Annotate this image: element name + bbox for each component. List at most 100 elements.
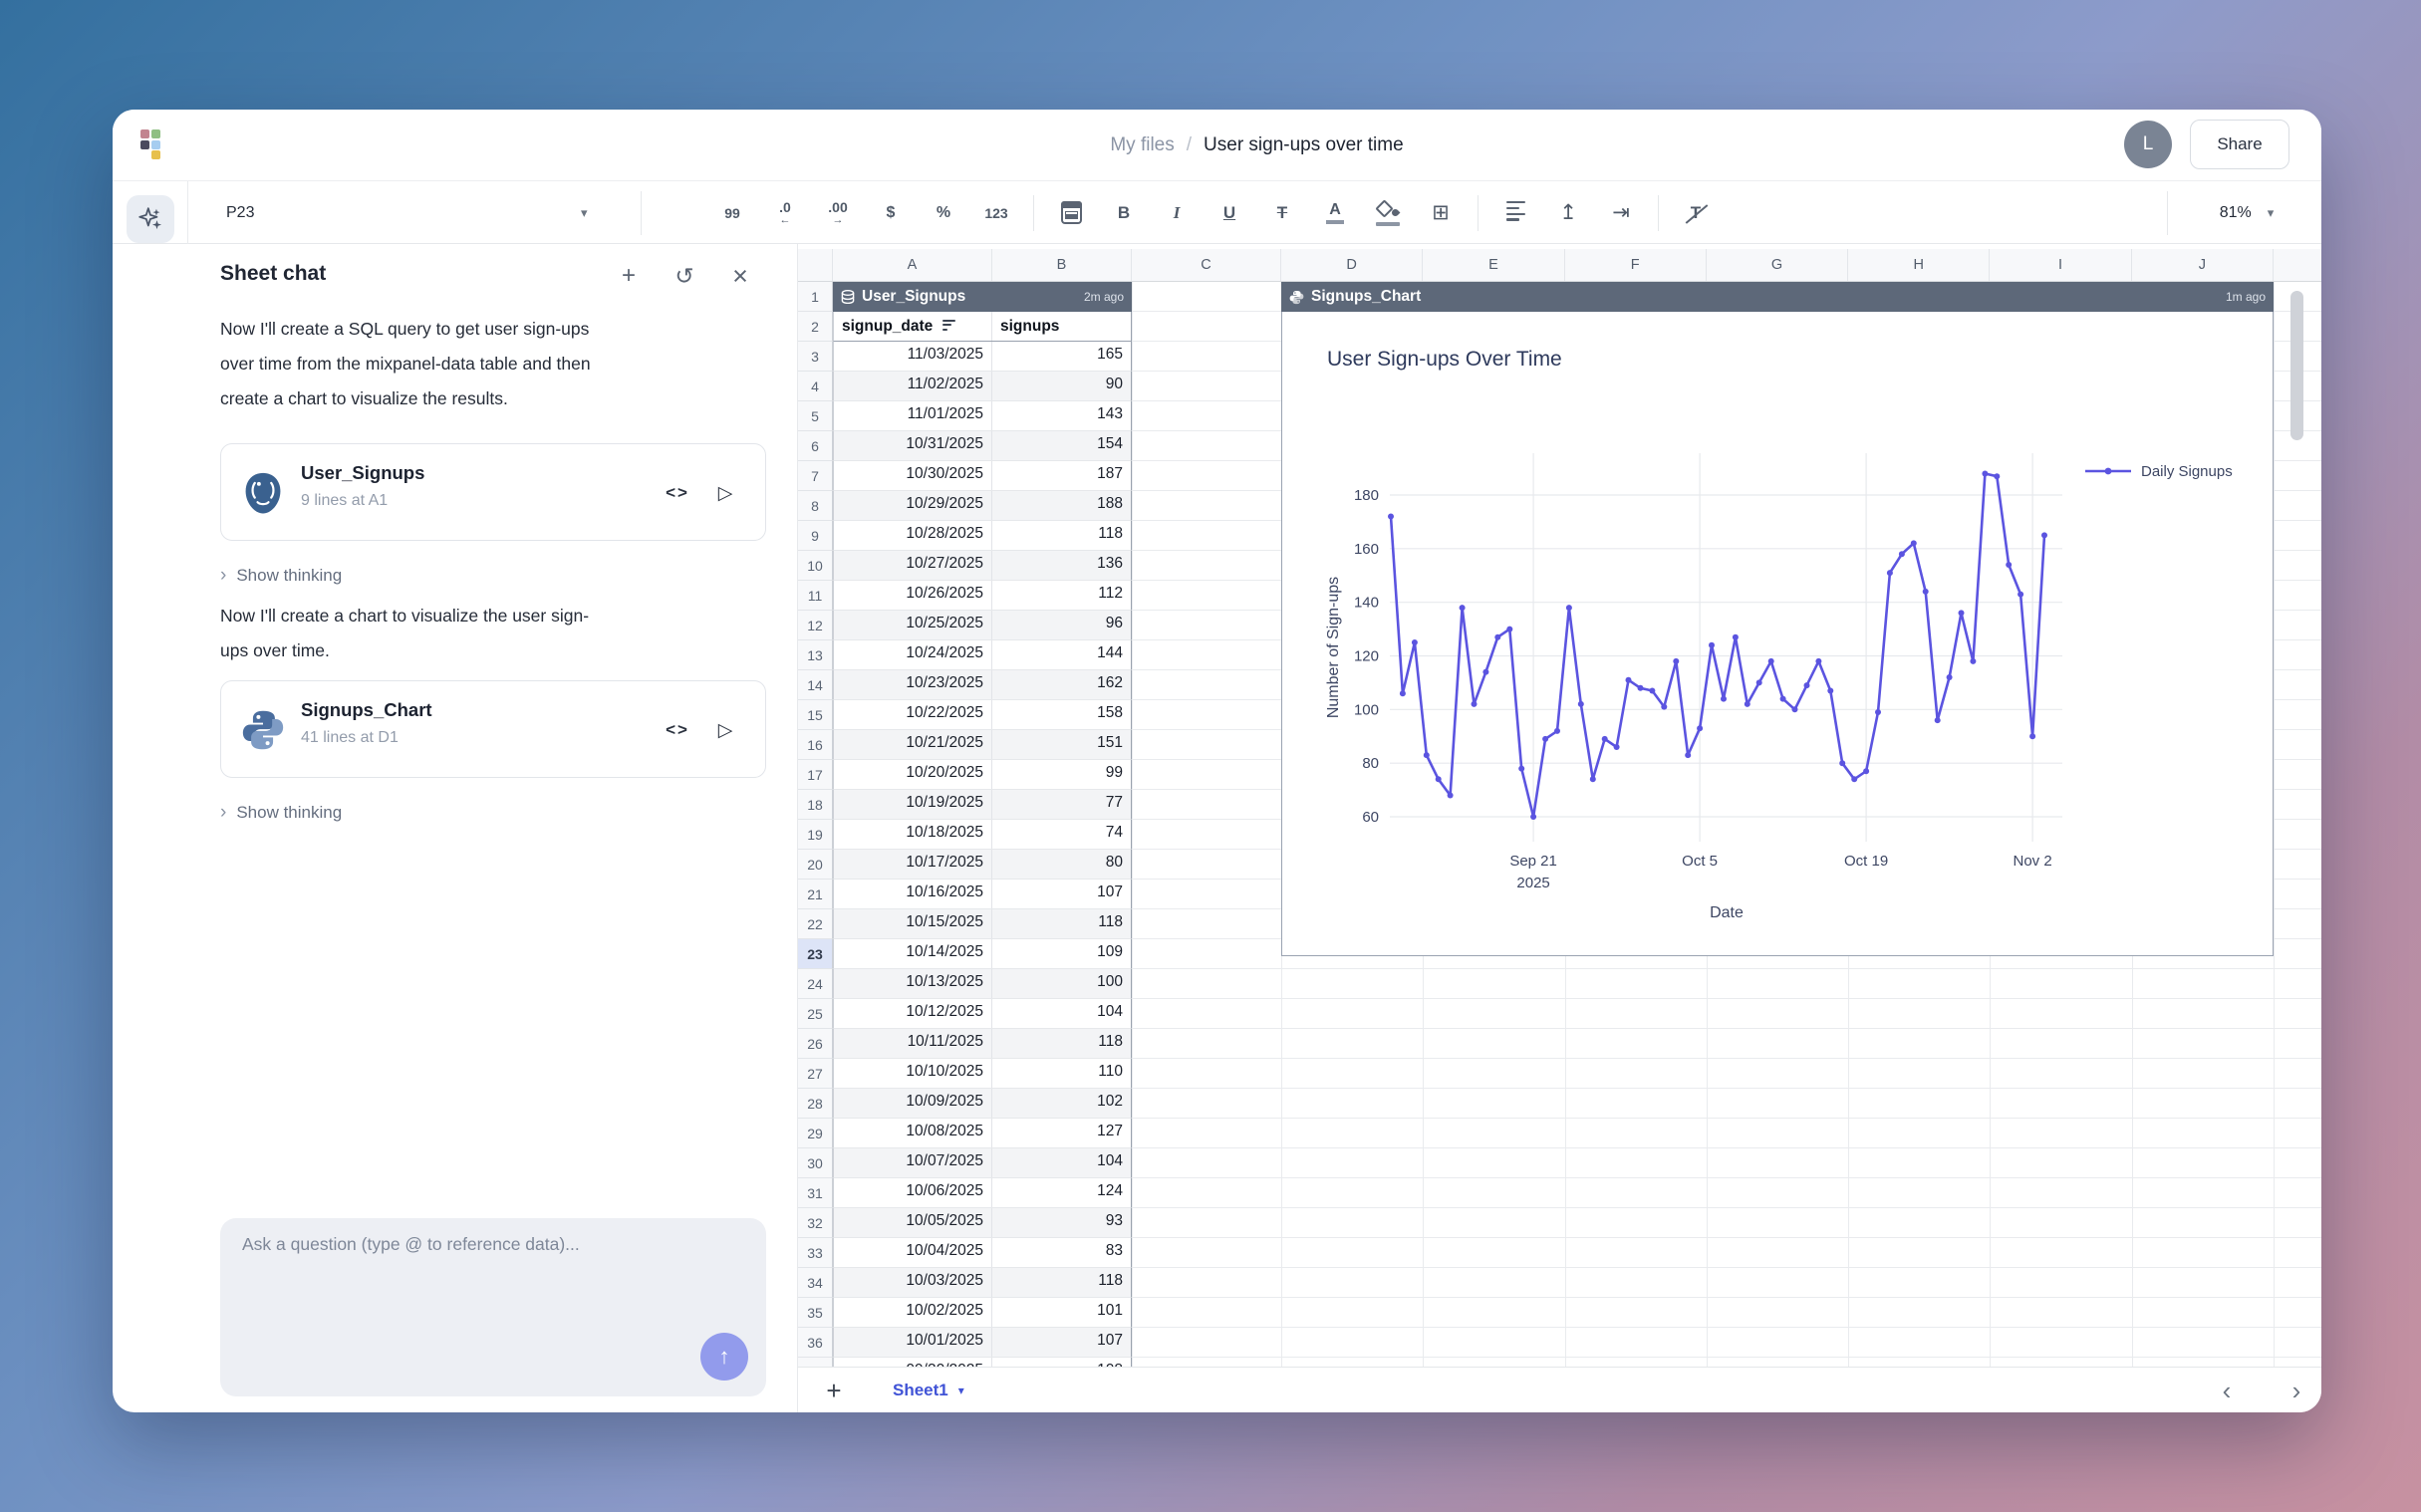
row-header-26[interactable]: 26: [798, 1029, 833, 1059]
table-row[interactable]: 10/09/2025102: [833, 1089, 1132, 1119]
column-header-G[interactable]: G: [1707, 249, 1848, 281]
row-header-3[interactable]: 3: [798, 342, 833, 372]
table-row[interactable]: 10/27/2025136: [833, 551, 1132, 581]
table-row[interactable]: 10/03/2025118: [833, 1268, 1132, 1298]
column-header-H[interactable]: H: [1848, 249, 1990, 281]
bold-button[interactable]: B: [1102, 191, 1146, 235]
borders-button[interactable]: ⊞: [1419, 191, 1463, 235]
row-header-21[interactable]: 21: [798, 880, 833, 909]
view-code-icon[interactable]: <>: [660, 475, 695, 511]
table-row[interactable]: 10/30/2025187: [833, 461, 1132, 491]
table-row[interactable]: 10/31/2025154: [833, 431, 1132, 461]
date-format-button[interactable]: [1049, 191, 1093, 235]
cell-signup-date[interactable]: 10/02/2025: [834, 1298, 992, 1327]
table-row[interactable]: 10/08/2025127: [833, 1119, 1132, 1148]
cell-signups[interactable]: 74: [992, 820, 1131, 849]
send-button[interactable]: ↑: [700, 1333, 748, 1381]
table-row[interactable]: 10/11/2025118: [833, 1029, 1132, 1059]
cell-signup-date[interactable]: 10/21/2025: [834, 730, 992, 759]
cell-signups[interactable]: 144: [992, 640, 1131, 669]
row-header-22[interactable]: 22: [798, 909, 833, 939]
table-row[interactable]: 10/05/202593: [833, 1208, 1132, 1238]
table-row[interactable]: 10/28/2025118: [833, 521, 1132, 551]
cell-signup-date[interactable]: 10/25/2025: [834, 611, 992, 639]
cell-signups[interactable]: 151: [992, 730, 1131, 759]
underline-button[interactable]: U: [1208, 191, 1251, 235]
column-header-I[interactable]: I: [1990, 249, 2131, 281]
clear-formatting-button[interactable]: T: [1674, 191, 1718, 235]
row-header-27[interactable]: 27: [798, 1059, 833, 1089]
cell-signup-date[interactable]: 10/01/2025: [834, 1328, 992, 1357]
code-card-signups-chart[interactable]: Signups_Chart 41 lines at D1 <> ▷: [220, 680, 766, 778]
data-table-object[interactable]: User_Signups 2m ago signup_date signups …: [833, 282, 1132, 342]
cell-signups[interactable]: 107: [992, 880, 1131, 908]
cell-signups[interactable]: 136: [992, 551, 1131, 580]
column-header-E[interactable]: E: [1423, 249, 1564, 281]
table-row[interactable]: 10/23/2025162: [833, 670, 1132, 700]
row-header-36[interactable]: 36: [798, 1328, 833, 1358]
prev-sheet-button[interactable]: ‹: [2208, 1372, 2246, 1409]
cell-signup-date[interactable]: 11/01/2025: [834, 401, 992, 430]
chart-object[interactable]: Signups_Chart 1m ago 6080100120140160180…: [1281, 282, 2274, 956]
cell-signup-date[interactable]: 09/30/2025: [834, 1358, 992, 1367]
table-row[interactable]: 10/26/2025112: [833, 581, 1132, 611]
column-header-signup-date[interactable]: signup_date: [834, 312, 992, 341]
cell-signups[interactable]: 83: [992, 1238, 1131, 1267]
row-header-7[interactable]: 7: [798, 461, 833, 491]
show-thinking-toggle[interactable]: › Show thinking: [220, 802, 342, 824]
text-color-button[interactable]: A: [1313, 191, 1357, 235]
cell-signup-date[interactable]: 10/18/2025: [834, 820, 992, 849]
cell-signup-date[interactable]: 10/03/2025: [834, 1268, 992, 1297]
cell-signups[interactable]: 118: [992, 1268, 1131, 1297]
table-row[interactable]: 10/22/2025158: [833, 700, 1132, 730]
column-header-F[interactable]: F: [1565, 249, 1707, 281]
cell-signups[interactable]: 162: [992, 670, 1131, 699]
table-row[interactable]: 11/01/2025143: [833, 401, 1132, 431]
row-header-2[interactable]: 2: [798, 312, 833, 342]
cell-signup-date[interactable]: 10/28/2025: [834, 521, 992, 550]
new-chat-button[interactable]: +: [611, 258, 647, 294]
row-header-20[interactable]: 20: [798, 850, 833, 880]
cell-signups[interactable]: 108: [992, 1358, 1131, 1367]
cell-signups[interactable]: 93: [992, 1208, 1131, 1237]
table-row[interactable]: 10/14/2025109: [833, 939, 1132, 969]
row-header-11[interactable]: 11: [798, 581, 833, 611]
history-icon[interactable]: ↺: [667, 258, 702, 294]
row-header-24[interactable]: 24: [798, 969, 833, 999]
cell-signups[interactable]: 109: [992, 939, 1131, 968]
table-row[interactable]: 11/03/2025165: [833, 342, 1132, 372]
cell-signup-date[interactable]: 10/13/2025: [834, 969, 992, 998]
cell-signups[interactable]: 100: [992, 969, 1131, 998]
cell-signups[interactable]: 124: [992, 1178, 1131, 1207]
cell-signup-date[interactable]: 11/03/2025: [834, 342, 992, 371]
embedded-line-chart[interactable]: 6080100120140160180Sep 212025Oct 5Oct 19…: [1281, 312, 2274, 956]
row-header-5[interactable]: 5: [798, 401, 833, 431]
ai-sparkles-button[interactable]: [127, 195, 174, 243]
cell-signup-date[interactable]: 10/29/2025: [834, 491, 992, 520]
table-row[interactable]: 10/20/202599: [833, 760, 1132, 790]
horizontal-align-button[interactable]: [1493, 191, 1537, 235]
table-row[interactable]: 11/02/202590: [833, 372, 1132, 401]
cell-signups[interactable]: 118: [992, 909, 1131, 938]
grid-corner-cell[interactable]: [798, 249, 833, 281]
cell-signup-date[interactable]: 11/02/2025: [834, 372, 992, 400]
next-sheet-button[interactable]: ›: [2278, 1372, 2315, 1409]
table-row[interactable]: 10/07/2025104: [833, 1148, 1132, 1178]
row-header-8[interactable]: 8: [798, 491, 833, 521]
breadcrumb-parent-link[interactable]: My files: [1110, 134, 1174, 156]
cell-signup-date[interactable]: 10/27/2025: [834, 551, 992, 580]
table-row[interactable]: 10/02/2025101: [833, 1298, 1132, 1328]
row-header-16[interactable]: 16: [798, 730, 833, 760]
share-button[interactable]: Share: [2190, 120, 2289, 169]
cell-signup-date[interactable]: 10/05/2025: [834, 1208, 992, 1237]
row-header-33[interactable]: 33: [798, 1238, 833, 1268]
row-header-4[interactable]: 4: [798, 372, 833, 401]
cell-signup-date[interactable]: 10/17/2025: [834, 850, 992, 879]
increase-decimal-button[interactable]: .00→: [816, 191, 860, 235]
code-card-user-signups[interactable]: User_Signups 9 lines at A1 <> ▷: [220, 443, 766, 541]
row-header-35[interactable]: 35: [798, 1298, 833, 1328]
run-icon[interactable]: ▷: [707, 475, 743, 511]
cell-signup-date[interactable]: 10/19/2025: [834, 790, 992, 819]
cell-signups[interactable]: 104: [992, 999, 1131, 1028]
cell-signup-date[interactable]: 10/10/2025: [834, 1059, 992, 1088]
